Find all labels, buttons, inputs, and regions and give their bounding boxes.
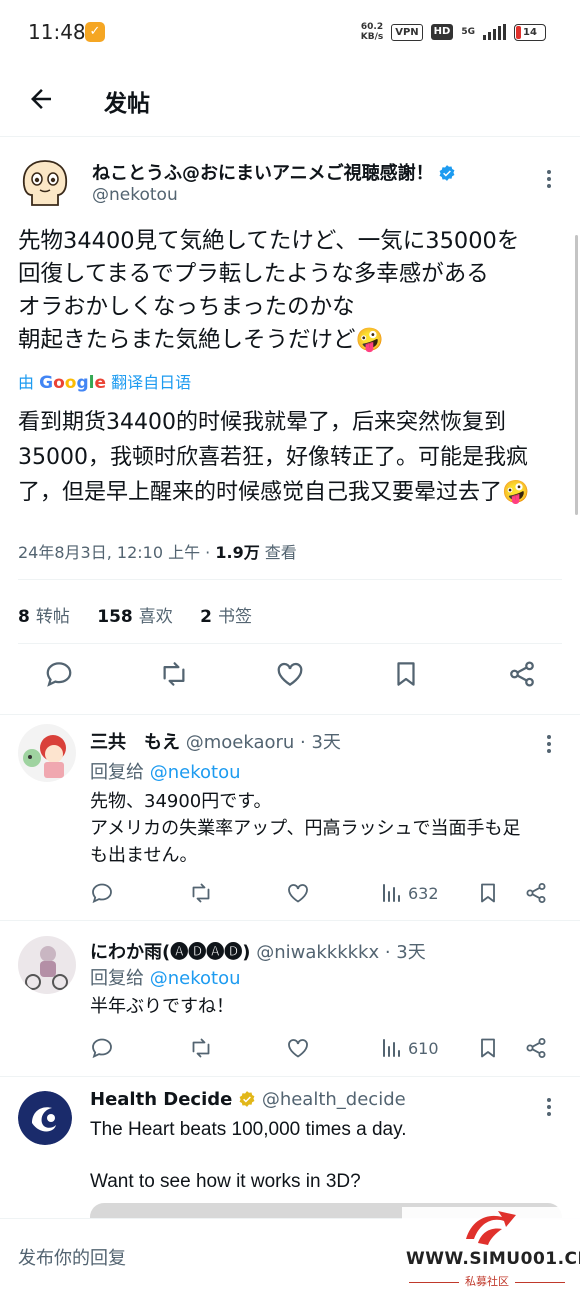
like-icon[interactable] bbox=[275, 659, 305, 689]
top-bar: 发帖 bbox=[0, 66, 580, 137]
reply-icon[interactable] bbox=[90, 1035, 114, 1061]
reply-header: Health Decide @health_decide bbox=[90, 1089, 406, 1110]
bookmark-icon[interactable] bbox=[391, 659, 421, 689]
reply-avatar[interactable] bbox=[18, 724, 76, 782]
repost-icon[interactable] bbox=[159, 659, 189, 689]
share-icon[interactable] bbox=[524, 880, 548, 906]
app-notification-icon: ✓ bbox=[85, 22, 105, 42]
divider bbox=[0, 920, 580, 921]
post-text: 先物34400見て気絶してたけど、一気に35000を 回復してまるでプラ転したよ… bbox=[18, 228, 520, 353]
verified-badge-icon bbox=[439, 165, 455, 181]
replying-to: 回复给 @nekotou bbox=[90, 968, 241, 989]
reply-icon[interactable] bbox=[90, 880, 114, 906]
replying-to: 回复给 @nekotou bbox=[90, 762, 241, 783]
share-icon[interactable] bbox=[524, 1035, 548, 1061]
status-indicators: 60.2 KB/s VPN HD 5G 14 bbox=[361, 22, 546, 42]
gold-verified-badge-icon bbox=[239, 1091, 255, 1107]
reply-author-handle[interactable]: @niwakkkkkx · 3天 bbox=[256, 942, 426, 963]
post-actions bbox=[0, 659, 580, 699]
reply-text: 半年ぶりですね！ bbox=[90, 996, 234, 1017]
watermark: WWW.SIMU001.CN 私募社区 bbox=[402, 1207, 580, 1291]
stat-likes[interactable]: 158 喜欢 bbox=[97, 607, 173, 627]
translated-text: 看到期货34400的时候我就晕了，后来突然恢复到 35000，我顿时欣喜若狂，好… bbox=[18, 410, 530, 505]
more-options-icon[interactable] bbox=[547, 1095, 553, 1119]
post-meta: 24年8月3日, 12:10 上午 · 1.9万 查看 bbox=[18, 543, 297, 562]
reply-icon[interactable] bbox=[44, 659, 74, 689]
more-options-icon[interactable] bbox=[547, 167, 553, 191]
author-avatar[interactable] bbox=[18, 155, 72, 209]
reply-actions: 632 bbox=[90, 880, 560, 910]
reply-input[interactable]: 发布你的回复 bbox=[18, 1244, 126, 1270]
author-handle[interactable]: @nekotou bbox=[92, 185, 178, 205]
stat-bookmarks[interactable]: 2 书签 bbox=[200, 607, 252, 627]
repost-icon[interactable] bbox=[189, 880, 213, 906]
status-bar: 11:48 ✓ 60.2 KB/s VPN HD 5G 14 bbox=[0, 0, 580, 66]
battery-icon: 14 bbox=[514, 23, 546, 41]
repost-icon[interactable] bbox=[189, 1035, 213, 1061]
watermark-subtitle: 私募社区 bbox=[402, 1273, 572, 1289]
author-name[interactable]: ねことうふ@おにまいアニメご視聴感謝！ bbox=[92, 159, 456, 185]
reply-header: にわか雨(🅐🅓🅐🅓) @niwakkkkkx · 3天 bbox=[90, 938, 426, 964]
stat-reposts[interactable]: 8 转帖 bbox=[18, 607, 70, 627]
post-stats: 8 转帖 158 喜欢 2 书签 bbox=[18, 602, 252, 627]
watermark-url: WWW.SIMU001.CN bbox=[406, 1249, 580, 1269]
scrollbar[interactable] bbox=[575, 235, 578, 515]
reply-text: The Heart beats 100,000 times a day. Wan… bbox=[90, 1119, 407, 1192]
reply-text: 先物、34900円です。 アメリカの失業率アップ、円高ラッシュで当面手も足 も出… bbox=[90, 791, 521, 866]
vpn-icon: VPN bbox=[391, 23, 423, 41]
more-options-icon[interactable] bbox=[547, 732, 553, 756]
signal-icon bbox=[483, 24, 506, 40]
status-time: 11:48 bbox=[28, 20, 86, 44]
reply-author-handle[interactable]: @moekaoru · 3天 bbox=[186, 732, 341, 753]
hd-icon: HD bbox=[430, 24, 454, 40]
like-icon[interactable] bbox=[286, 1035, 310, 1061]
network-speed: 60.2 KB/s bbox=[360, 22, 384, 42]
google-logo: Google bbox=[39, 373, 106, 393]
divider bbox=[0, 714, 580, 715]
reply-author-name[interactable]: にわか雨(🅐🅓🅐🅓) bbox=[90, 942, 250, 963]
divider bbox=[18, 579, 562, 580]
divider bbox=[18, 643, 562, 644]
back-arrow-icon[interactable] bbox=[26, 84, 56, 114]
views-icon[interactable]: 610 bbox=[380, 1035, 439, 1061]
bookmark-icon[interactable] bbox=[476, 1035, 500, 1061]
bookmark-icon[interactable] bbox=[476, 880, 500, 906]
reply-avatar[interactable] bbox=[18, 936, 76, 994]
share-icon[interactable] bbox=[507, 659, 537, 689]
reply-author-handle[interactable]: @health_decide bbox=[262, 1089, 406, 1110]
views-icon[interactable]: 632 bbox=[380, 880, 439, 906]
watermark-logo bbox=[466, 1211, 516, 1245]
page-title: 发帖 bbox=[104, 91, 150, 117]
translation-notice[interactable]: 由 Google 翻译自日语 bbox=[18, 369, 191, 393]
divider bbox=[0, 1076, 580, 1077]
reply-avatar[interactable] bbox=[18, 1091, 72, 1145]
reply-author-name[interactable]: Health Decide bbox=[90, 1089, 232, 1110]
like-icon[interactable] bbox=[286, 880, 310, 906]
reply-header: 三共 もえ @moekaoru · 3天 bbox=[90, 728, 341, 754]
reply-author-name[interactable]: 三共 もえ bbox=[90, 732, 180, 753]
network-type: 5G bbox=[461, 26, 475, 37]
reply-actions: 610 bbox=[90, 1035, 560, 1065]
